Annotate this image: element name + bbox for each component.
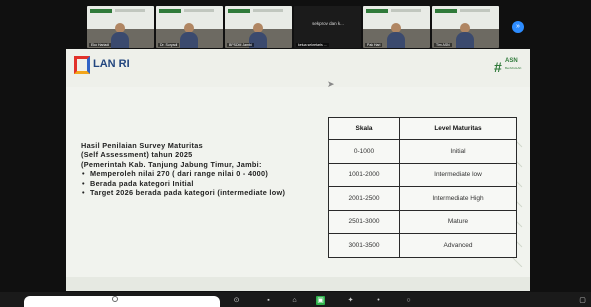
slide-header <box>66 49 530 87</box>
level-cell: Intermediate low <box>399 162 517 187</box>
mouse-cursor-icon: ➤ <box>327 79 335 89</box>
participant-tile[interactable]: Tim ASN <box>432 6 499 48</box>
survey-result-text: Hasil Penilaian Survey Maturitas (Self A… <box>81 141 331 198</box>
maturity-scale-table: Skala Level Maturitas 0-1000 Initial 1001-… <box>328 117 517 258</box>
shared-screen: LAN RI # ASN BerAKHLAK ➤ Hasil Penilaian… <box>66 49 530 291</box>
participant-tile[interactable]: Dr. Suryadi <box>156 6 223 48</box>
asn-logo-subtitle: BerAKHLAK <box>505 66 522 70</box>
fullscreen-icon[interactable]: ▢ <box>578 296 587 305</box>
participant-name: BPSDM Jambi <box>227 43 254 47</box>
reactions-icon[interactable]: ✦ <box>346 296 355 305</box>
camera-icon[interactable]: ▪ <box>264 296 273 305</box>
slide-footer <box>66 277 530 291</box>
column-header-level: Level Maturitas <box>399 117 517 140</box>
chat-notification[interactable] <box>24 296 220 307</box>
table-row: 1001-2000 Intermediate low <box>328 162 517 187</box>
scale-cell: 1001-2000 <box>328 162 400 187</box>
participant-name: Eko Hariadi <box>89 43 112 47</box>
asn-berakhlak-logo: # ASN BerAKHLAK <box>494 57 522 81</box>
lan-logo-text: LAN RI <box>93 58 130 70</box>
participant-name: Pak Hari <box>365 43 383 47</box>
lan-ri-logo: LAN RI <box>74 55 132 77</box>
more-participants-button[interactable]: » <box>512 21 524 33</box>
level-cell: Mature <box>399 209 517 234</box>
participant-tile[interactable]: BPSDM Jambi <box>225 6 292 48</box>
mic-icon[interactable]: ⊙ <box>232 296 241 305</box>
more-icon[interactable]: • <box>374 296 383 305</box>
level-cell: Advanced <box>399 233 517 258</box>
column-header-scale: Skala <box>328 117 400 140</box>
result-bullets: Memperoleh nilai 270 ( dari range nilai … <box>81 169 331 198</box>
notification-dot-icon <box>112 296 118 302</box>
intro-line: Hasil Penilaian Survey Maturitas <box>81 141 203 150</box>
participant-name: Tim ASN <box>434 43 452 47</box>
intro-line: (Self Assessment) tahun 2025 <box>81 150 193 160</box>
hash-icon: # <box>494 59 502 75</box>
participant-video <box>387 23 405 48</box>
participant-tile[interactable]: Eko Hariadi <box>87 6 154 48</box>
asn-logo-title: ASN <box>505 58 518 64</box>
scale-cell: 3001-3500 <box>328 233 400 258</box>
participant-name: Dr. Suryadi <box>158 43 180 47</box>
participant-name: ketua sekretaris ... <box>296 43 329 47</box>
participant-strip: Eko Hariadi Dr. Suryadi BPSDM Jambi sekprov… <box>87 6 499 48</box>
participant-video <box>180 23 198 48</box>
table-row: 2501-3000 Mature <box>328 209 517 234</box>
bullet-item: Memperoleh nilai 270 ( dari range nilai … <box>81 169 331 179</box>
bullet-item: Berada pada kategori Initial <box>81 179 331 189</box>
participant-tile[interactable]: sekprov dan k... ketua sekretaris ... <box>294 6 361 48</box>
participants-icon[interactable]: ⌂ <box>290 296 299 305</box>
table-row: 2001-2500 Intermediate High <box>328 186 517 211</box>
table-row: 3001-3500 Advanced <box>328 233 517 258</box>
table-header-row: Skala Level Maturitas <box>328 117 517 140</box>
lan-logo-mark <box>74 56 90 74</box>
scale-cell: 2501-3000 <box>328 209 400 234</box>
participant-video <box>111 23 129 48</box>
intro-line: (Pemerintah Kab. Tanjung Jabung Timur, J… <box>81 159 262 169</box>
level-cell: Initial <box>399 139 517 164</box>
bullet-item: Target 2026 berada pada kategori (interm… <box>81 188 331 198</box>
participant-video <box>456 23 474 48</box>
settings-icon[interactable]: ○ <box>404 296 413 305</box>
share-icon[interactable]: ▣ <box>316 296 325 305</box>
participant-tile[interactable]: Pak Hari <box>363 6 430 48</box>
table-row: 0-1000 Initial <box>328 139 517 164</box>
level-cell: Intermediate High <box>399 186 517 211</box>
scale-cell: 0-1000 <box>328 139 400 164</box>
participant-caption: sekprov dan k... <box>312 21 344 26</box>
meeting-window: Eko Hariadi Dr. Suryadi BPSDM Jambi sekprov… <box>0 0 591 307</box>
scale-cell: 2001-2500 <box>328 186 400 211</box>
